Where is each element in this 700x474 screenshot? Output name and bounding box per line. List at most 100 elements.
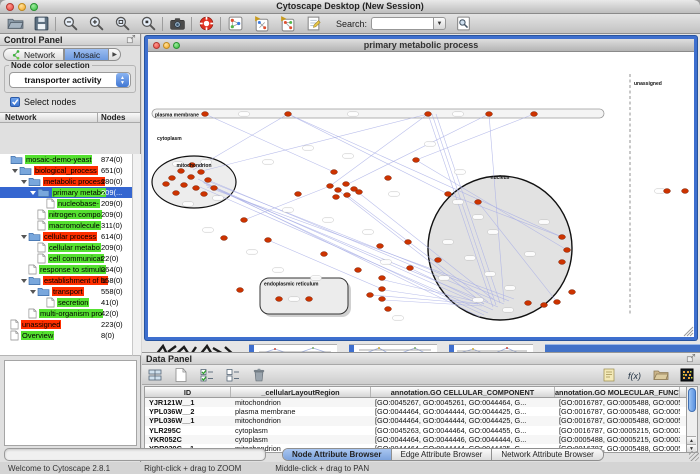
tree-item-response-to-stimulu[interactable]: response to stimulu264(0) bbox=[0, 264, 132, 275]
table-cell[interactable]: [GO:0016787, GO:0005488, GO:0005215, G..… bbox=[555, 398, 680, 407]
table-cell[interactable]: YKR052C bbox=[145, 435, 231, 444]
function-builder-icon[interactable]: f(x) bbox=[626, 366, 644, 384]
expander-icon[interactable] bbox=[29, 290, 37, 294]
table-cell[interactable]: cytoplasm bbox=[231, 426, 371, 435]
table-row[interactable]: YJR121W__1mitochondrion[GO:0045267, GO:0… bbox=[145, 398, 686, 407]
apply-layout-icon[interactable] bbox=[278, 15, 296, 33]
expander-icon[interactable] bbox=[20, 180, 28, 184]
table-cell[interactable]: [GO:0045263, GO:0044464, GO:0044455, G..… bbox=[371, 426, 555, 435]
window-titlebar[interactable]: Cytoscape Desktop (New Session) bbox=[0, 0, 700, 14]
search-dropdown-icon[interactable]: ▼ bbox=[433, 17, 446, 30]
select-attributes-icon[interactable] bbox=[198, 366, 216, 384]
table-row[interactable]: YPL036W__2plasma membrane[GO:0044464, GO… bbox=[145, 407, 686, 416]
frame-titlebar[interactable]: primary metabolic process bbox=[148, 39, 694, 52]
create-network-view-icon[interactable] bbox=[226, 15, 244, 33]
network-view-frame[interactable]: primary metabolic process plasma membran… bbox=[145, 36, 697, 340]
table-cell[interactable]: YPL036W__1 bbox=[145, 416, 231, 425]
column-header[interactable]: annotation.GO MOLECULAR_FUNCTION bbox=[555, 387, 680, 397]
tab-network-attribute-browser[interactable]: Network Attribute Browser bbox=[492, 449, 602, 460]
tab-network[interactable]: Network bbox=[3, 48, 64, 61]
scrollbar-thumb[interactable] bbox=[688, 388, 696, 412]
destroy-network-view-icon[interactable] bbox=[252, 15, 270, 33]
float-panel-icon[interactable] bbox=[126, 34, 136, 46]
tree-column-header[interactable]: Network Nodes bbox=[0, 112, 140, 123]
float-panel-icon[interactable] bbox=[686, 353, 696, 365]
tree-item-cellular-metabo[interactable]: cellular metabo209(0) bbox=[0, 242, 132, 253]
table-row[interactable]: YKR052Ccytoplasm[GO:0044464, GO:0044446,… bbox=[145, 435, 686, 444]
resize-grip[interactable] bbox=[689, 451, 699, 461]
tree-item-multi-organism-pro[interactable]: multi-organism pro42(0) bbox=[0, 308, 132, 319]
attribute-matrix-icon[interactable] bbox=[678, 366, 696, 384]
tree-item-nucleobase-[interactable]: nucleobase-209(0) bbox=[0, 198, 132, 209]
table-cell[interactable]: YLR295C bbox=[145, 426, 231, 435]
search-options-icon[interactable] bbox=[454, 15, 472, 33]
tab-mosaic[interactable]: Mosaic bbox=[64, 48, 109, 61]
tree-item-unassigned[interactable]: unassigned223(0) bbox=[0, 319, 132, 330]
table-cell[interactable]: [GO:0005488, GO:0005215, GO:0003674] bbox=[555, 435, 680, 444]
tab-scroll-right-icon[interactable]: ▶ bbox=[109, 48, 121, 61]
network-graph[interactable]: plasma membranecytoplasmmitochondrionnuc… bbox=[148, 52, 694, 337]
table-cell[interactable]: [GO:0016787, GO:0005215, GO:0003824, G..… bbox=[555, 426, 680, 435]
table-cell[interactable]: YPL036W__2 bbox=[145, 407, 231, 416]
table-scrollbar[interactable]: ▲ ▼ bbox=[687, 386, 698, 453]
node-color-selection-group: Node color selection transporter activit… bbox=[4, 65, 136, 93]
table-cell[interactable]: [GO:0044464, GO:0044444, GO:0044425, G..… bbox=[371, 407, 555, 416]
network-canvas[interactable]: plasma membranecytoplasmmitochondrionnuc… bbox=[148, 52, 694, 337]
tree-item-metabolic-process[interactable]: metabolic process280(0) bbox=[0, 176, 132, 187]
tree-item-cellular-process[interactable]: cellular process614(0) bbox=[0, 231, 132, 242]
tab-edge-attribute-browser[interactable]: Edge Attribute Browser bbox=[392, 449, 493, 460]
zoom-in-icon[interactable] bbox=[87, 15, 105, 33]
select-nodes-checkbox[interactable] bbox=[10, 97, 20, 107]
expander-icon[interactable] bbox=[20, 279, 28, 283]
column-header[interactable]: annotation.GO CELLULAR_COMPONENT bbox=[371, 387, 555, 397]
search-input[interactable] bbox=[371, 17, 433, 30]
create-attribute-icon[interactable] bbox=[172, 366, 190, 384]
column-header[interactable]: _cellularLayoutRegion bbox=[231, 387, 371, 397]
annotation-icon[interactable] bbox=[304, 15, 322, 33]
tree-item-transport[interactable]: transport558(0) bbox=[0, 286, 132, 297]
birdseye-view[interactable] bbox=[4, 360, 137, 446]
annotation-pad-icon[interactable] bbox=[600, 366, 618, 384]
zoom-out-icon[interactable] bbox=[61, 15, 79, 33]
tree-item-mosaic-demo-yeast[interactable]: mosaic-demo-yeast874(0) bbox=[0, 154, 132, 165]
tree-item-nitrogen-compo[interactable]: nitrogen compo209(0) bbox=[0, 209, 132, 220]
table-cell[interactable]: cytoplasm bbox=[231, 435, 371, 444]
help-icon[interactable] bbox=[197, 15, 215, 33]
save-session-icon[interactable] bbox=[32, 15, 50, 33]
table-cell[interactable]: [GO:0044464, GO:0044446, GO:0044444, G..… bbox=[371, 435, 555, 444]
table-cell[interactable]: [GO:0016787, GO:0005488, GO:0005215, G..… bbox=[555, 407, 680, 416]
tree-item-overview[interactable]: Overview8(0) bbox=[0, 330, 132, 341]
attribute-table-header[interactable]: ID_cellularLayoutRegionannotation.GO CEL… bbox=[145, 387, 686, 398]
expander-icon[interactable] bbox=[11, 169, 19, 173]
tree-item-biological-process[interactable]: biological_process651(0) bbox=[0, 165, 132, 176]
table-cell[interactable]: [GO:0045267, GO:0045261, GO:0044464, G..… bbox=[371, 398, 555, 407]
expander-icon[interactable] bbox=[29, 191, 37, 195]
tree-item-secretion[interactable]: secretion41(0) bbox=[0, 297, 132, 308]
open-file-icon[interactable] bbox=[6, 15, 24, 33]
table-row[interactable]: YLR295Ccytoplasm[GO:0045263, GO:0044464,… bbox=[145, 426, 686, 435]
table-cell[interactable]: mitochondrion bbox=[231, 398, 371, 407]
delete-attribute-icon[interactable] bbox=[250, 366, 268, 384]
tree-scrollbar[interactable] bbox=[132, 154, 141, 356]
table-cell[interactable]: YJR121W__1 bbox=[145, 398, 231, 407]
zoom-selected-icon[interactable] bbox=[139, 15, 157, 33]
table-cell[interactable]: mitochondrion bbox=[231, 416, 371, 425]
scroll-up-icon[interactable]: ▲ bbox=[687, 436, 696, 444]
tree-item-cell-communicat[interactable]: cell communicat22(0) bbox=[0, 253, 132, 264]
zoom-fit-icon[interactable] bbox=[113, 15, 131, 33]
table-row[interactable]: YPL036W__1mitochondrion[GO:0044464, GO:0… bbox=[145, 416, 686, 425]
tree-item-macromolecule[interactable]: macromolecule311(0) bbox=[0, 220, 132, 231]
table-cell[interactable]: [GO:0044464, GO:0044444, GO:0044425, G..… bbox=[371, 416, 555, 425]
tree-item-primary-metabo[interactable]: primary metabo209(... bbox=[0, 187, 132, 198]
column-header[interactable]: ID bbox=[145, 387, 231, 397]
column-layout-icon[interactable] bbox=[146, 366, 164, 384]
expander-icon[interactable] bbox=[20, 235, 28, 239]
export-image-icon[interactable] bbox=[168, 15, 186, 33]
table-cell[interactable]: plasma membrane bbox=[231, 407, 371, 416]
tree-item-establishment-of-lo[interactable]: establishment of lo558(0) bbox=[0, 275, 132, 286]
tab-node-attribute-browser[interactable]: Node Attribute Browser bbox=[283, 449, 392, 460]
node-color-dropdown[interactable]: transporter activity ▲▼ bbox=[9, 72, 131, 88]
table-cell[interactable]: [GO:0016787, GO:0005488, GO:0005215, G..… bbox=[555, 416, 680, 425]
import-attributes-icon[interactable] bbox=[652, 366, 670, 384]
unselect-attributes-icon[interactable] bbox=[224, 366, 242, 384]
